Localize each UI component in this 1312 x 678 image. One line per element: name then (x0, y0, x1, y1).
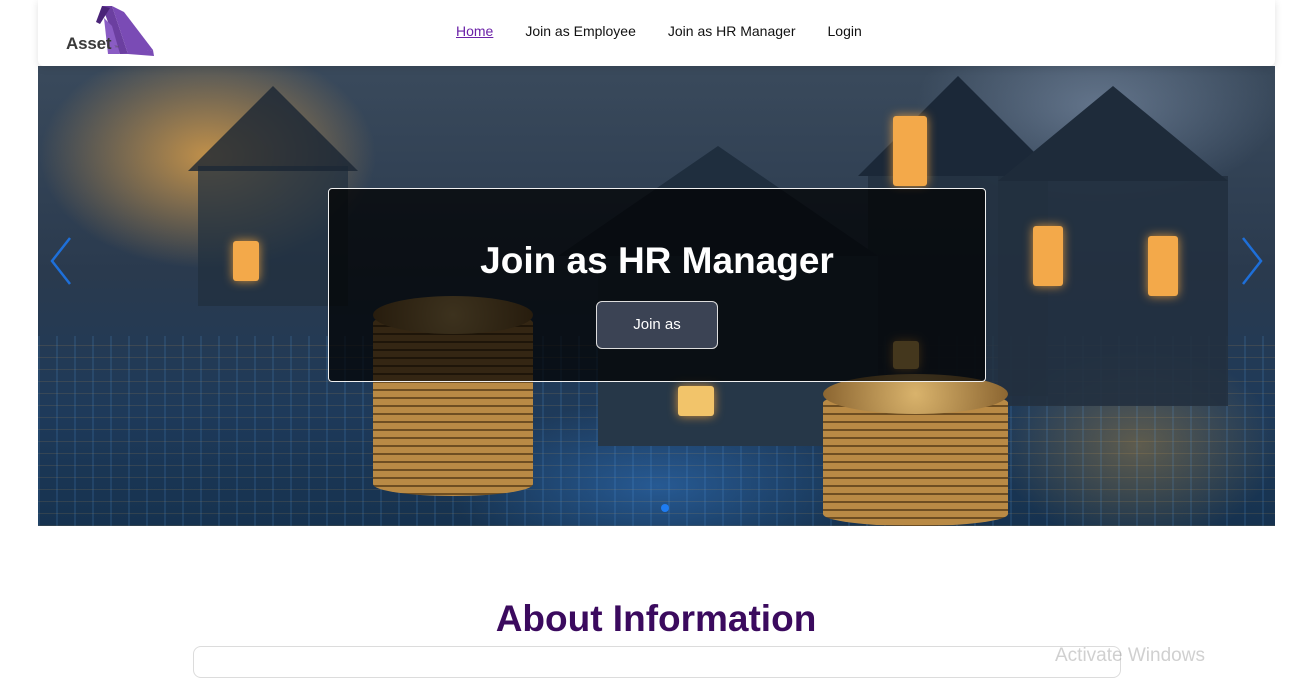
top-navbar: Asset ™ Home Join as Employee Join as HR… (38, 0, 1275, 66)
nav-link-join-employee[interactable]: Join as Employee (525, 20, 636, 42)
chevron-left-icon (50, 237, 71, 285)
carousel-prev-button[interactable] (50, 236, 72, 286)
about-card (193, 646, 1121, 678)
activate-windows-watermark: Activate Windows (1055, 645, 1205, 666)
hero-title: Join as HR Manager (480, 240, 834, 281)
nav-link-home[interactable]: Home (456, 20, 493, 42)
chevron-right-icon (1242, 237, 1263, 285)
asset-logo[interactable]: Asset ™ (64, 4, 159, 60)
carousel-indicator-active[interactable] (661, 504, 669, 512)
about-section-title: About Information (495, 597, 817, 639)
nav-link-join-hr-manager[interactable]: Join as HR Manager (668, 20, 796, 42)
logo-trademark: ™ (114, 45, 119, 51)
hero-caption-card: Join as HR Manager Join as (328, 188, 986, 382)
hero-carousel: Join as HR Manager Join as (38, 66, 1275, 526)
join-as-button[interactable]: Join as (596, 301, 718, 349)
logo-text: Asset (66, 34, 112, 53)
main-nav: Home Join as Employee Join as HR Manager… (456, 20, 894, 42)
carousel-next-button[interactable] (1241, 236, 1263, 286)
nav-link-login[interactable]: Login (828, 20, 862, 42)
